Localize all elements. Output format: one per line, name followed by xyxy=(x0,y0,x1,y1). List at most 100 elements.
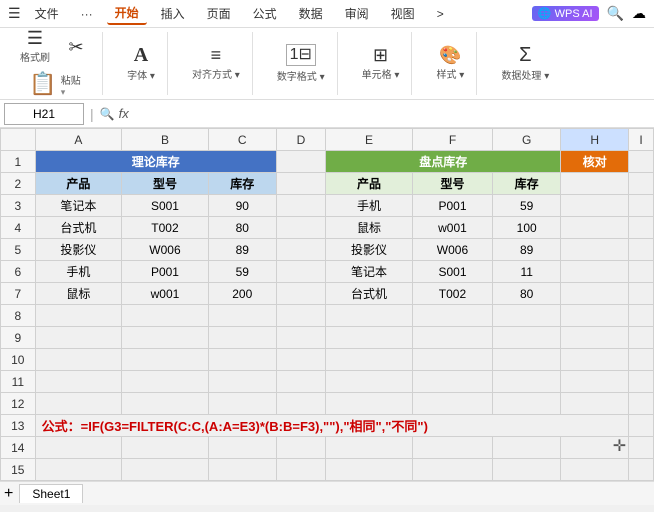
cell-F4[interactable]: w001 xyxy=(412,217,492,239)
cell-D1[interactable] xyxy=(276,151,325,173)
cell-A2[interactable]: 产品 xyxy=(35,173,122,195)
cell-D15[interactable] xyxy=(276,459,325,481)
cell-H5[interactable] xyxy=(561,239,629,261)
cell-H6[interactable] xyxy=(561,261,629,283)
cell-H10[interactable] xyxy=(561,349,629,371)
cell-F10[interactable] xyxy=(412,349,492,371)
cell-F7[interactable]: T002 xyxy=(412,283,492,305)
cell-D6[interactable] xyxy=(276,261,325,283)
cell-I7[interactable] xyxy=(629,283,654,305)
cell-E12[interactable] xyxy=(326,393,413,415)
cell-I14[interactable] xyxy=(629,437,654,459)
cell-E1[interactable]: 盘点库存 xyxy=(326,151,561,173)
alignment-button[interactable]: ≡ 对齐方式 ▾ xyxy=(188,44,244,83)
cell-G6[interactable]: 11 xyxy=(493,261,561,283)
cell-F14[interactable] xyxy=(412,437,492,459)
cell-E5[interactable]: 投影仪 xyxy=(326,239,413,261)
col-header-G[interactable]: G xyxy=(493,129,561,151)
cell-I13[interactable] xyxy=(629,415,654,437)
cell-A11[interactable] xyxy=(35,371,122,393)
cell-B10[interactable] xyxy=(122,349,209,371)
cell-B3[interactable]: S001 xyxy=(122,195,209,217)
tab-insert[interactable]: 插入 xyxy=(153,3,193,24)
cell-A12[interactable] xyxy=(35,393,122,415)
cell-D5[interactable] xyxy=(276,239,325,261)
cell-C14[interactable] xyxy=(208,437,276,459)
cell-F8[interactable] xyxy=(412,305,492,327)
cell-C15[interactable] xyxy=(208,459,276,481)
cell-A14[interactable] xyxy=(35,437,122,459)
cell-B12[interactable] xyxy=(122,393,209,415)
formula-input[interactable] xyxy=(133,103,650,125)
cell-I5[interactable] xyxy=(629,239,654,261)
cell-E10[interactable] xyxy=(326,349,413,371)
cell-D7[interactable] xyxy=(276,283,325,305)
cell-D2[interactable] xyxy=(276,173,325,195)
cell-D9[interactable] xyxy=(276,327,325,349)
style-button[interactable]: 🎨 样式 ▾ xyxy=(432,44,468,83)
cell-G4[interactable]: 100 xyxy=(493,217,561,239)
cell-B6[interactable]: P001 xyxy=(122,261,209,283)
cell-G15[interactable] xyxy=(493,459,561,481)
cell-G10[interactable] xyxy=(493,349,561,371)
cell-B11[interactable] xyxy=(122,371,209,393)
cell-H12[interactable] xyxy=(561,393,629,415)
tab-more[interactable]: ··· xyxy=(73,5,101,23)
cell-F5[interactable]: W006 xyxy=(412,239,492,261)
cell-D10[interactable] xyxy=(276,349,325,371)
cell-E15[interactable] xyxy=(326,459,413,481)
cell-A7[interactable]: 鼠标 xyxy=(35,283,122,305)
font-button[interactable]: A 字体 ▾ xyxy=(123,43,159,84)
cell-button[interactable]: ⊞ 单元格 ▾ xyxy=(358,44,404,83)
cell-I11[interactable] xyxy=(629,371,654,393)
cell-E11[interactable] xyxy=(326,371,413,393)
cell-E4[interactable]: 鼠标 xyxy=(326,217,413,239)
cell-I10[interactable] xyxy=(629,349,654,371)
paste-button[interactable]: 📋 粘贴 ▾ xyxy=(25,68,84,100)
tab-formula[interactable]: 公式 xyxy=(245,3,285,24)
cell-B2[interactable]: 型号 xyxy=(122,173,209,195)
cell-reference-input[interactable]: H21 xyxy=(4,103,84,125)
cell-D3[interactable] xyxy=(276,195,325,217)
wps-ai-button[interactable]: 🌐 WPS AI xyxy=(532,6,599,21)
tab-home[interactable]: 开始 xyxy=(107,2,147,25)
cell-F11[interactable] xyxy=(412,371,492,393)
cell-E8[interactable] xyxy=(326,305,413,327)
cell-F2[interactable]: 型号 xyxy=(412,173,492,195)
cell-C11[interactable] xyxy=(208,371,276,393)
tab-more2[interactable]: > xyxy=(429,5,452,23)
cell-C5[interactable]: 89 xyxy=(208,239,276,261)
cell-H14[interactable]: ✛ xyxy=(561,437,629,459)
cell-G3[interactable]: 59 xyxy=(493,195,561,217)
cell-D11[interactable] xyxy=(276,371,325,393)
format-painter-button[interactable]: ☰ 格式刷 xyxy=(16,27,54,66)
cell-C3[interactable]: 90 xyxy=(208,195,276,217)
cell-I3[interactable] xyxy=(629,195,654,217)
cell-B5[interactable]: W006 xyxy=(122,239,209,261)
col-header-D[interactable]: D xyxy=(276,129,325,151)
tab-review[interactable]: 审阅 xyxy=(337,3,377,24)
cell-G12[interactable] xyxy=(493,393,561,415)
cell-H1[interactable]: 核对 xyxy=(561,151,629,173)
cell-C10[interactable] xyxy=(208,349,276,371)
cell-E2[interactable]: 产品 xyxy=(326,173,413,195)
col-header-I[interactable]: I xyxy=(629,129,654,151)
cell-I8[interactable] xyxy=(629,305,654,327)
menu-icon[interactable]: ☰ xyxy=(8,5,21,22)
cell-B15[interactable] xyxy=(122,459,209,481)
cell-F3[interactable]: P001 xyxy=(412,195,492,217)
cell-A6[interactable]: 手机 xyxy=(35,261,122,283)
tab-page[interactable]: 页面 xyxy=(199,3,239,24)
cell-B14[interactable] xyxy=(122,437,209,459)
cell-E3[interactable]: 手机 xyxy=(326,195,413,217)
cell-I9[interactable] xyxy=(629,327,654,349)
col-header-H[interactable]: H xyxy=(561,129,629,151)
cut-button[interactable]: ✂ xyxy=(58,36,94,58)
cell-B4[interactable]: T002 xyxy=(122,217,209,239)
cell-C2[interactable]: 库存 xyxy=(208,173,276,195)
cell-H3[interactable] xyxy=(561,195,629,217)
cell-G14[interactable] xyxy=(493,437,561,459)
cell-G9[interactable] xyxy=(493,327,561,349)
cell-I12[interactable] xyxy=(629,393,654,415)
upload-icon[interactable]: ☁ xyxy=(632,5,646,22)
